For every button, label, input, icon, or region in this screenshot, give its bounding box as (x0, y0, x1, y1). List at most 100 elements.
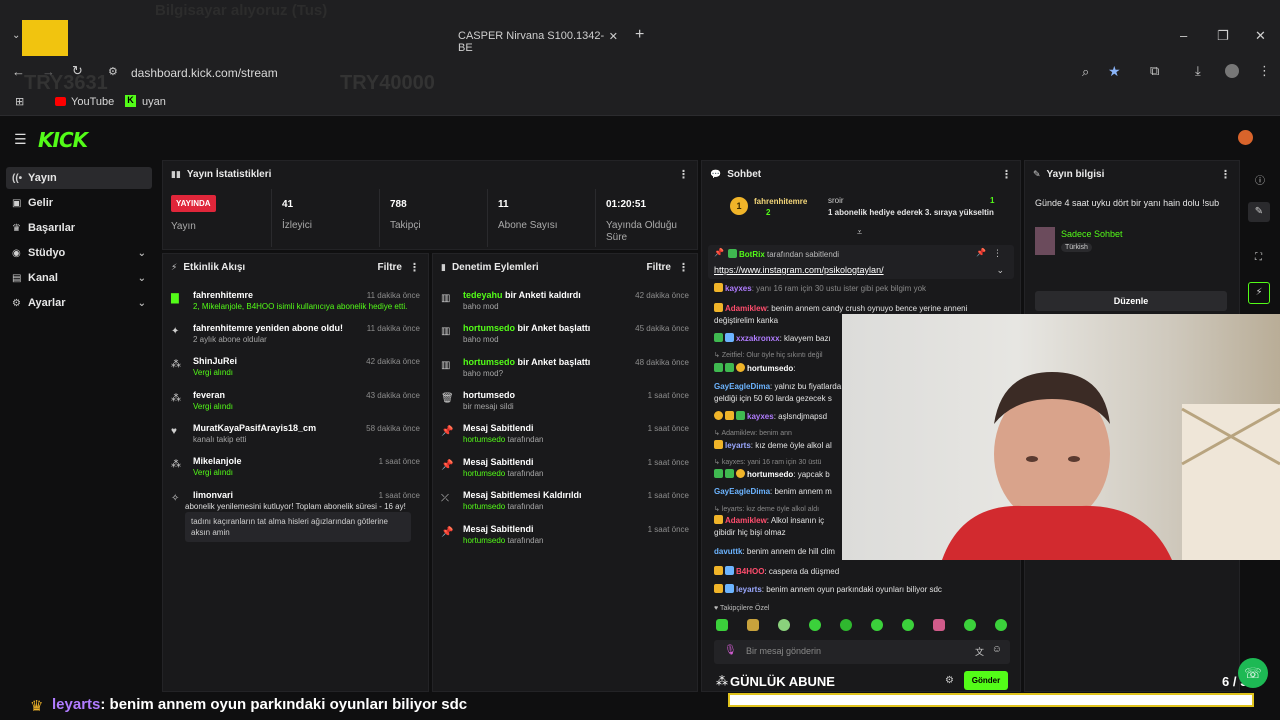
bookmark-uyan[interactable]: uyan (142, 96, 166, 108)
emote-icon[interactable] (716, 619, 728, 631)
crown-icon: ♛ (30, 698, 44, 715)
more-icon[interactable]: ⋮ (678, 168, 689, 181)
translate-icon[interactable]: 文 (975, 645, 984, 658)
tab-list-chevron-icon[interactable]: ⌄ (12, 30, 20, 41)
activity-row: ✦ fahrenhitemre yeniden abone oldu! 2 ay… (171, 323, 420, 353)
sidebar-item-yayin[interactable]: ((• Yayın (6, 167, 152, 189)
goal-progress-track (728, 693, 1254, 707)
extensions-icon[interactable]: ⧉ (1150, 63, 1159, 79)
activity-title: feveran (193, 390, 226, 400)
chat-user: leyarts (721, 506, 743, 513)
emote-icon[interactable] (809, 619, 821, 631)
sidebar-item-gelir[interactable]: ▣ Gelir (6, 192, 152, 214)
pencil-icon: ✎ (1033, 168, 1041, 179)
stat-label: Yayında Olduğu Süre (606, 220, 677, 243)
sub-badge (714, 303, 723, 312)
streamer-silhouette (942, 372, 1280, 560)
emote-icon[interactable] (747, 619, 759, 631)
emote-icon[interactable] (871, 619, 883, 631)
mod-user: hortumsedo (463, 357, 516, 367)
lightning-rail-icon[interactable]: ⚡ (1248, 282, 1270, 304)
collapse-icon[interactable]: ⩡ (857, 227, 862, 238)
bookmark-star-icon[interactable]: ★ (1108, 63, 1121, 80)
sidebar-item-studyo[interactable]: ◉ Stüdyo ⌄ (6, 242, 152, 264)
moderation-time: 1 saat önce (647, 491, 689, 500)
pinned-more-icon[interactable]: ⋮ (993, 248, 1002, 259)
info-header: ✎ Yayın bilgisi ⋮ (1025, 161, 1239, 187)
support-chat-icon[interactable]: ☏ (1238, 658, 1268, 688)
hamburger-menu-icon[interactable]: ☰ (14, 131, 27, 148)
new-tab-icon[interactable]: + (635, 26, 644, 44)
resub-message: tadını kaçıranların tat alma hisleri ağı… (185, 512, 411, 542)
gift-leaderboard: 1 fahrenhitemre 2 sroir 1 1 abonelik hed… (730, 195, 1000, 223)
edit-rail-icon[interactable]: ✎ (1248, 202, 1270, 222)
mod-user: hortumsedo (463, 435, 506, 444)
stat-label: İzleyici (282, 220, 313, 231)
expand-icon[interactable]: ⌄ (996, 265, 1004, 276)
emote-icon[interactable] (840, 619, 852, 631)
sub-badge (725, 469, 734, 478)
moderation-panel: ▮ Denetim Eylemleri Filtre ⋮ ▥ tedeyahu … (432, 253, 698, 692)
edit-button[interactable]: Düzenle (1035, 291, 1227, 311)
moderation-title: tedeyahu bir Anketi kaldırdı (463, 290, 581, 300)
zoom-icon[interactable]: ⌕ (1082, 64, 1089, 80)
kick-bookmark-icon: K (125, 95, 136, 107)
active-tab[interactable]: CASPER Nirvana S100.1342-BE ✕ (448, 24, 624, 54)
pinned-link[interactable]: https://www.instagram.com/psikologtaylan… (714, 265, 884, 275)
goal-progress-fill (730, 695, 1252, 705)
ticker-message: leyarts: benim annem oyun parkındaki oyu… (52, 696, 467, 713)
emoji-icon[interactable]: ☺ (992, 644, 1002, 655)
poll-icon: ▥ (441, 293, 451, 304)
apps-grid-icon[interactable]: ⊞ (15, 95, 24, 108)
activity-filter-button[interactable]: Filtre (378, 262, 402, 273)
moderation-time: 1 saat önce (647, 525, 689, 534)
stat-value: 01:20:51 (606, 199, 647, 210)
site-info-icon[interactable]: ⚙ (108, 65, 118, 78)
more-icon[interactable]: ⋮ (409, 261, 420, 274)
coins-icon: ⁂ (171, 359, 181, 370)
window-close-icon[interactable]: ✕ (1255, 28, 1266, 44)
minimize-icon[interactable]: – (1180, 28, 1187, 43)
bookmark-youtube[interactable]: YouTube (71, 96, 114, 108)
stat-label: Takipçi (390, 220, 421, 231)
emote-icon[interactable] (902, 619, 914, 631)
activity-time: 1 saat önce (378, 457, 420, 466)
url-field[interactable]: dashboard.kick.com/stream (131, 66, 278, 80)
moderation-time: 48 dakika önce (635, 358, 689, 367)
restore-icon[interactable]: ❐ (1217, 28, 1229, 44)
chat-input[interactable]: 🎙 Bir mesaj gönderin 文 ☺ (714, 640, 1010, 664)
moderation-filter-button[interactable]: Filtre (647, 262, 671, 273)
emote-icon[interactable] (933, 619, 945, 631)
sidebar-item-ayarlar[interactable]: ⚙ Ayarlar ⌄ (6, 292, 152, 314)
kick-logo[interactable]: KICK (38, 128, 88, 152)
star-icon: ✧ (171, 493, 180, 504)
sidebar-item-kanal[interactable]: ▤ Kanal ⌄ (6, 267, 152, 289)
chevron-down-icon: ⌄ (137, 247, 146, 259)
emote-icon[interactable] (964, 619, 976, 631)
emote-icon[interactable] (995, 619, 1007, 631)
emote-icon[interactable] (778, 619, 790, 631)
expand-rail-icon[interactable]: ⛶ (1255, 252, 1262, 263)
tab-close-icon[interactable]: ✕ (609, 30, 618, 43)
browser-menu-icon[interactable]: ⋮ (1258, 63, 1271, 79)
pin-action-icon[interactable]: 📌 (976, 248, 986, 257)
browser-tabbar: ⌄ Bilgisayar alıyoruz (Tus) CASPER Nirva… (0, 0, 1280, 66)
activity-sub: Vergi alındı (193, 468, 234, 477)
sub-badge (714, 566, 723, 575)
chat-user: hortumsedo (747, 364, 794, 373)
followers-only-label: ♥ Takipçilere Özel (714, 605, 770, 612)
user-avatar-icon[interactable] (1238, 130, 1253, 145)
more-icon[interactable]: ⋮ (678, 261, 689, 274)
profile-avatar-icon[interactable] (1225, 64, 1239, 78)
stat-duration: 01:20:51 Yayında Olduğu Süre (595, 189, 697, 247)
studio-icon: ◉ (12, 247, 21, 259)
info-rail-icon[interactable]: ⓘ (1255, 172, 1265, 187)
sidebar-item-basarilar[interactable]: ♛ Başarılar (6, 217, 152, 239)
more-icon[interactable]: ⋮ (1220, 168, 1231, 181)
category-name[interactable]: Sadece Sohbet (1061, 229, 1123, 239)
mod-user: hortumsedo (463, 536, 506, 545)
chat-user: B4HOO (736, 567, 765, 576)
download-icon[interactable]: ⤓ (1195, 63, 1201, 79)
mic-icon[interactable]: 🎙 (724, 645, 737, 656)
more-icon[interactable]: ⋮ (1001, 168, 1012, 181)
